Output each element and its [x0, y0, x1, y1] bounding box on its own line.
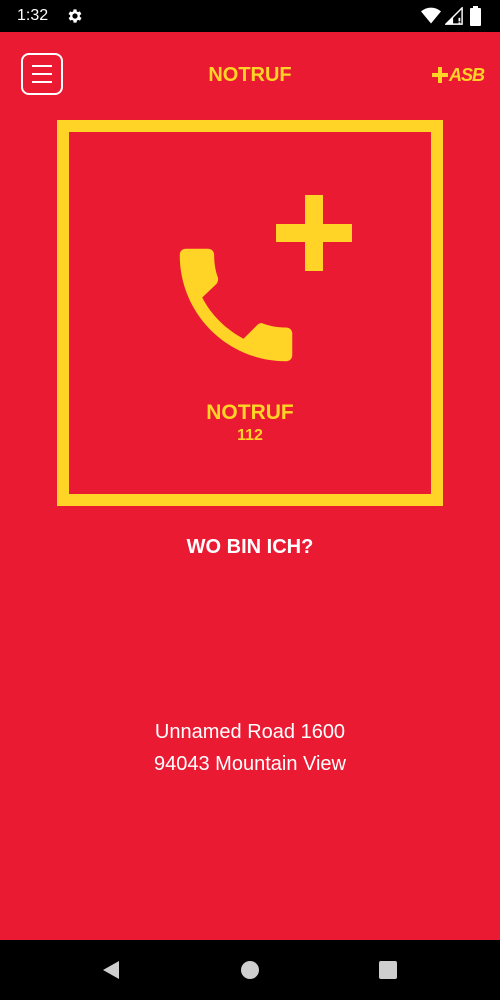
status-time: 1:32 — [17, 7, 49, 24]
brand-logo: ASB — [432, 65, 485, 85]
status-bar: 1:32 — [0, 0, 500, 32]
emergency-number: 112 — [237, 427, 263, 444]
system-nav-bar — [0, 940, 500, 1000]
emergency-label: NOTRUF — [206, 401, 294, 424]
address-block: Unnamed Road 1600 94043 Mountain View — [0, 716, 500, 780]
back-icon[interactable] — [101, 960, 121, 980]
brand-cross-icon — [432, 67, 448, 83]
battery-icon — [470, 6, 481, 26]
emergency-call-button[interactable]: NOTRUF 112 — [57, 120, 443, 506]
gear-icon — [68, 9, 82, 23]
location-heading: WO BIN ICH? — [186, 536, 314, 558]
app-header: NOTRUF ASB — [0, 32, 500, 120]
home-icon[interactable] — [240, 960, 260, 980]
page-title: NOTRUF — [208, 64, 292, 86]
cell-signal-icon — [445, 7, 463, 25]
address-street: Unnamed Road 1600 — [154, 721, 346, 743]
address-city: 94043 Mountain View — [154, 753, 346, 775]
wifi-icon — [421, 7, 441, 24]
recents-icon[interactable] — [378, 960, 398, 980]
brand-logo-text: ASB — [449, 65, 485, 85]
phone-icon — [179, 248, 293, 362]
